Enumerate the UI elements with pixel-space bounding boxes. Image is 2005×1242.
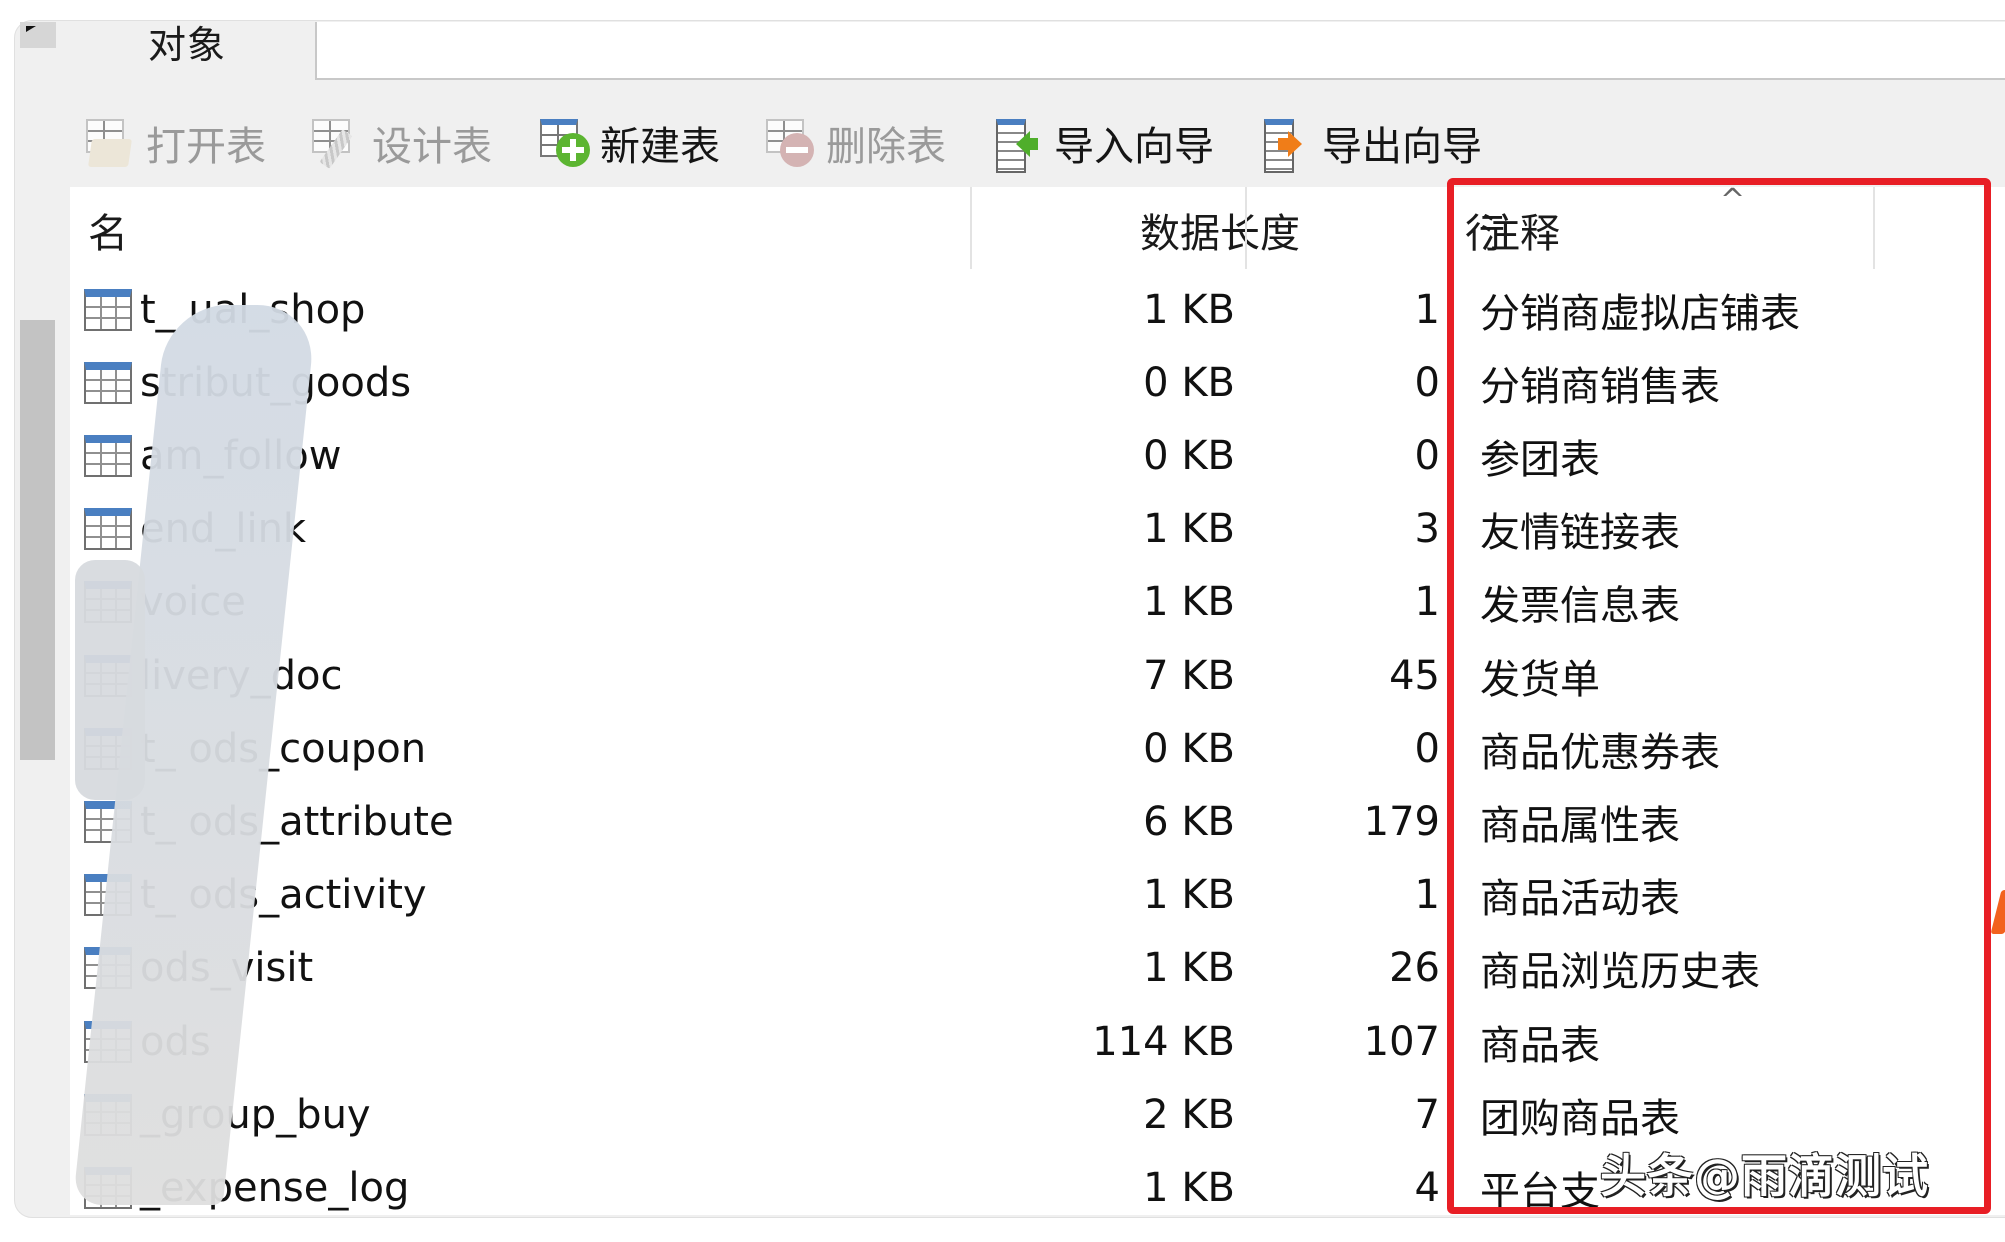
cell-comment: 分销商虚拟店铺表 [1480,290,1800,337]
export-wizard-button[interactable]: 导出向导 [1258,108,1482,178]
cell-rows: 1 [1414,286,1440,333]
table-icon [84,288,132,331]
cell-comment: 商品浏览历史表 [1480,949,1760,996]
cell-rows: 0 [1414,432,1440,479]
table-header: 名 数据长度 行 注释 ^ [70,187,2005,273]
export-icon [1258,115,1314,173]
cell-comment: 平台支 [1480,1168,1600,1215]
table-row[interactable]: end_link1 KB3友情链接表 [70,493,2005,566]
sort-ascending-icon: ^ [1720,187,1746,218]
cell-data-length: 1 KB [1143,506,1235,553]
open-table-label: 打开表 [146,124,266,170]
table-row[interactable]: t_ ual_shop1 KB1分销商虚拟店铺表 [70,273,2005,346]
cell-rows: 0 [1414,359,1440,406]
cell-rows: 107 [1363,1018,1440,1065]
cell-comment: 商品活动表 [1480,876,1680,923]
import-icon [990,115,1046,173]
delete-table-button[interactable]: 删除表 [762,108,946,178]
export-wizard-label: 导出向导 [1322,124,1482,170]
table-row[interactable]: voice1 KB1发票信息表 [70,566,2005,639]
delete-table-label: 删除表 [826,124,946,170]
tab-strip-blank [315,22,2005,80]
table-icon [84,508,132,551]
column-divider[interactable] [970,187,972,269]
column-header-name[interactable]: 名 [88,187,128,273]
table-icon [84,434,132,477]
cell-comment: 分销商销售表 [1480,363,1720,410]
cell-comment: 商品表 [1480,1022,1600,1069]
table-row[interactable]: t_ ods_activity 1 KB 1 商品活动表 [70,859,2005,932]
cell-comment: 商品优惠券表 [1480,729,1720,776]
cell-rows: 1 [1414,872,1440,919]
cell-rows: 26 [1389,945,1440,992]
table-row[interactable]: t_ ods_coupon 0 KB 0 商品优惠券表 [70,712,2005,785]
cell-comment: 发票信息表 [1480,583,1680,630]
toolbar: 打开表 设计表 新建表 删除表 导入向导 导出向导 [0,108,2005,178]
table-row[interactable]: ods114 KB107商品表 [70,1005,2005,1078]
open-table-button[interactable]: 打开表 [82,108,266,178]
cell-rows: 7 [1414,1091,1440,1138]
new-table-icon [536,115,592,171]
objects-table: 名 数据长度 行 注释 ^ t_ ual_shop1 KB1分销商虚拟店铺表 s… [70,187,2005,1215]
cell-rows: 179 [1363,798,1440,845]
cell-comment: 商品属性表 [1480,802,1680,849]
cell-data-length: 1 KB [1143,579,1235,626]
window-corner-icon [20,22,56,48]
table-row[interactable]: stribut_goods0 KB0分销商销售表 [70,346,2005,419]
cell-data-length: 1 KB [1143,286,1235,333]
cell-data-length: 2 KB [1143,1091,1235,1138]
cell-data-length: 6 KB [1143,798,1235,845]
cell-comment: 友情链接表 [1480,510,1680,557]
cell-data-length: 1 KB [1143,1164,1235,1211]
cell-comment: 参团表 [1480,436,1600,483]
delete-table-icon [762,115,818,171]
table-row[interactable]: ods_visit1 KB26商品浏览历史表 [70,932,2005,1005]
cell-rows: 45 [1389,652,1440,699]
cell-data-length: 0 KB [1143,359,1235,406]
cell-data-length: 114 KB [1092,1018,1235,1065]
cell-data-length: 1 KB [1143,872,1235,919]
scrollbar-thumb[interactable] [20,320,55,760]
new-table-label: 新建表 [600,124,720,170]
design-table-button[interactable]: 设计表 [308,108,492,178]
cell-data-length: 7 KB [1143,652,1235,699]
design-table-label: 设计表 [372,124,492,170]
column-header-comment[interactable]: 注释 [1480,187,1560,273]
table-row[interactable]: t_ ods_attribute 6 KB 179 商品属性表 [70,785,2005,858]
table-row[interactable]: livery_doc7 KB45发货单 [70,639,2005,712]
column-divider[interactable] [1873,187,1875,269]
column-header-data-length[interactable]: 数据长度 [1060,187,1300,273]
tab-objects[interactable]: 对象 [148,14,226,69]
cell-data-length: 0 KB [1143,432,1235,479]
cell-rows: 4 [1414,1164,1440,1211]
table-row[interactable]: am_follow0 KB0参团表 [70,419,2005,492]
watermark: 头条@雨滴测试 [1600,1149,1929,1203]
import-wizard-button[interactable]: 导入向导 [990,108,1214,178]
cell-rows: 3 [1414,506,1440,553]
import-wizard-label: 导入向导 [1054,124,1214,170]
cell-data-length: 1 KB [1143,945,1235,992]
cell-data-length: 0 KB [1143,725,1235,772]
redaction-mark [75,560,145,800]
cell-comment: 发货单 [1480,656,1600,703]
cell-rows: 0 [1414,725,1440,772]
table-icon [84,361,132,404]
new-table-button[interactable]: 新建表 [536,108,720,178]
column-divider[interactable] [1245,187,1247,269]
cell-rows: 1 [1414,579,1440,626]
design-table-icon [308,115,364,171]
open-table-icon [82,115,138,171]
